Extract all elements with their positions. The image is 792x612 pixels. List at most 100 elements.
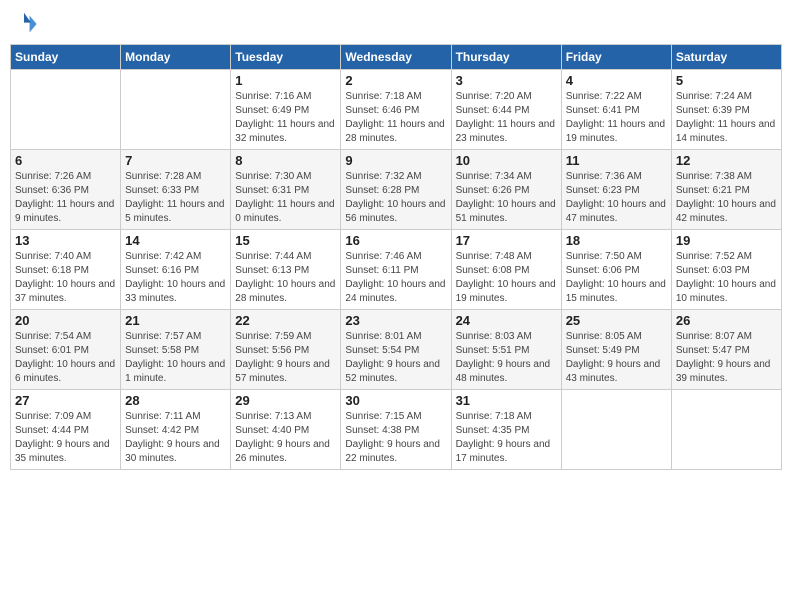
col-header-sunday: Sunday [11,45,121,70]
day-info: Sunrise: 7:54 AMSunset: 6:01 PMDaylight:… [15,330,116,386]
day-cell: 16 Sunrise: 7:46 AMSunset: 6:11 PMDayligh… [341,230,451,310]
day-cell: 2 Sunrise: 7:18 AMSunset: 6:46 PMDaylight… [341,70,451,150]
day-cell: 17Sunrise: 7:48 AMSunset: 6:08 PMDayligh… [451,230,561,310]
col-header-wednesday: Wednesday [341,45,451,70]
day-info: Sunrise: 7:15 AMSunset: 4:38 PMDaylight:… [345,410,446,466]
col-header-saturday: Saturday [671,45,781,70]
day-cell [11,70,121,150]
day-number: 28 [125,393,226,408]
day-cell: 11 Sunrise: 7:36 AMSunset: 6:23 PMDayligh… [561,150,671,230]
day-info: Sunrise: 7:40 AMSunset: 6:18 PMDaylight:… [15,250,116,306]
calendar-table: SundayMondayTuesdayWednesdayThursdayFrid… [10,44,782,470]
day-info: Sunrise: 8:01 AMSunset: 5:54 PMDaylight:… [345,330,446,386]
day-info: Sunrise: 7:30 AMSunset: 6:31 PMDaylight:… [235,170,336,226]
day-number: 26 [676,313,777,328]
day-info: Sunrise: 7:24 AMSunset: 6:39 PMDaylight:… [676,90,777,146]
col-header-monday: Monday [121,45,231,70]
day-number: 31 [456,393,557,408]
day-cell: 12Sunrise: 7:38 AMSunset: 6:21 PMDayligh… [671,150,781,230]
day-info: Sunrise: 7:44 AMSunset: 6:13 PMDaylight:… [235,250,336,306]
day-number: 21 [125,313,226,328]
day-cell: 6Sunrise: 7:26 AMSunset: 6:36 PMDaylight… [11,150,121,230]
day-number: 29 [235,393,336,408]
day-cell: 1 Sunrise: 7:16 AMSunset: 6:49 PMDaylight… [231,70,341,150]
day-info: Sunrise: 8:05 AMSunset: 5:49 PMDaylight:… [566,330,667,386]
day-number: 18 [566,233,667,248]
day-cell: 5 Sunrise: 7:24 AMSunset: 6:39 PMDaylight… [671,70,781,150]
col-header-tuesday: Tuesday [231,45,341,70]
day-cell: 8 Sunrise: 7:30 AMSunset: 6:31 PMDaylight… [231,150,341,230]
day-cell: 31 Sunrise: 7:18 AMSunset: 4:35 PMDayligh… [451,390,561,470]
day-number: 23 [345,313,446,328]
day-number: 10 [456,153,557,168]
day-number: 8 [235,153,336,168]
day-cell: 4Sunrise: 7:22 AMSunset: 6:41 PMDaylight… [561,70,671,150]
day-cell: 19 Sunrise: 7:52 AMSunset: 6:03 PMDayligh… [671,230,781,310]
logo [10,10,42,38]
day-cell: 25 Sunrise: 8:05 AMSunset: 5:49 PMDayligh… [561,310,671,390]
day-cell: 13 Sunrise: 7:40 AMSunset: 6:18 PMDayligh… [11,230,121,310]
day-number: 22 [235,313,336,328]
day-cell: 18 Sunrise: 7:50 AMSunset: 6:06 PMDayligh… [561,230,671,310]
day-cell: 7 Sunrise: 7:28 AMSunset: 6:33 PMDaylight… [121,150,231,230]
day-number: 11 [566,153,667,168]
day-info: Sunrise: 7:28 AMSunset: 6:33 PMDaylight:… [125,170,226,226]
day-cell: 27 Sunrise: 7:09 AMSunset: 4:44 PMDayligh… [11,390,121,470]
day-cell: 9 Sunrise: 7:32 AMSunset: 6:28 PMDaylight… [341,150,451,230]
day-number: 7 [125,153,226,168]
day-info: Sunrise: 7:34 AMSunset: 6:26 PMDaylight:… [456,170,557,226]
day-number: 1 [235,73,336,88]
col-header-thursday: Thursday [451,45,561,70]
day-info: Sunrise: 7:13 AMSunset: 4:40 PMDaylight:… [235,410,336,466]
day-number: 9 [345,153,446,168]
day-number: 27 [15,393,116,408]
day-info: Sunrise: 7:16 AMSunset: 6:49 PMDaylight:… [235,90,336,146]
day-info: Sunrise: 7:50 AMSunset: 6:06 PMDaylight:… [566,250,667,306]
day-cell: 24 Sunrise: 8:03 AMSunset: 5:51 PMDayligh… [451,310,561,390]
day-info: Sunrise: 7:18 AMSunset: 6:46 PMDaylight:… [345,90,446,146]
day-cell [561,390,671,470]
day-number: 15 [235,233,336,248]
day-info: Sunrise: 7:52 AMSunset: 6:03 PMDaylight:… [676,250,777,306]
day-info: Sunrise: 7:38 AMSunset: 6:21 PMDaylight:… [676,170,777,226]
day-info: Sunrise: 7:22 AMSunset: 6:41 PMDaylight:… [566,90,667,146]
day-cell: 10 Sunrise: 7:34 AMSunset: 6:26 PMDayligh… [451,150,561,230]
day-info: Sunrise: 8:07 AMSunset: 5:47 PMDaylight:… [676,330,777,386]
day-cell [121,70,231,150]
day-number: 2 [345,73,446,88]
day-number: 20 [15,313,116,328]
day-info: Sunrise: 7:59 AMSunset: 5:56 PMDaylight:… [235,330,336,386]
day-info: Sunrise: 7:32 AMSunset: 6:28 PMDaylight:… [345,170,446,226]
day-number: 24 [456,313,557,328]
day-number: 13 [15,233,116,248]
day-number: 5 [676,73,777,88]
day-number: 25 [566,313,667,328]
day-info: Sunrise: 7:18 AMSunset: 4:35 PMDaylight:… [456,410,557,466]
week-row-3: 13 Sunrise: 7:40 AMSunset: 6:18 PMDayligh… [11,230,782,310]
day-cell: 28 Sunrise: 7:11 AMSunset: 4:42 PMDayligh… [121,390,231,470]
day-number: 3 [456,73,557,88]
day-info: Sunrise: 7:36 AMSunset: 6:23 PMDaylight:… [566,170,667,226]
day-number: 30 [345,393,446,408]
day-info: Sunrise: 7:48 AMSunset: 6:08 PMDaylight:… [456,250,557,306]
day-number: 19 [676,233,777,248]
day-number: 16 [345,233,446,248]
week-row-5: 27 Sunrise: 7:09 AMSunset: 4:44 PMDayligh… [11,390,782,470]
day-info: Sunrise: 7:09 AMSunset: 4:44 PMDaylight:… [15,410,116,466]
day-info: Sunrise: 7:11 AMSunset: 4:42 PMDaylight:… [125,410,226,466]
day-cell: 30 Sunrise: 7:15 AMSunset: 4:38 PMDayligh… [341,390,451,470]
day-cell: 15 Sunrise: 7:44 AMSunset: 6:13 PMDayligh… [231,230,341,310]
day-cell: 14Sunrise: 7:42 AMSunset: 6:16 PMDayligh… [121,230,231,310]
day-info: Sunrise: 7:42 AMSunset: 6:16 PMDaylight:… [125,250,226,306]
week-row-1: 1 Sunrise: 7:16 AMSunset: 6:49 PMDaylight… [11,70,782,150]
day-info: Sunrise: 7:46 AMSunset: 6:11 PMDaylight:… [345,250,446,306]
day-cell: 3 Sunrise: 7:20 AMSunset: 6:44 PMDaylight… [451,70,561,150]
day-info: Sunrise: 8:03 AMSunset: 5:51 PMDaylight:… [456,330,557,386]
day-info: Sunrise: 7:20 AMSunset: 6:44 PMDaylight:… [456,90,557,146]
day-cell: 20 Sunrise: 7:54 AMSunset: 6:01 PMDayligh… [11,310,121,390]
day-cell: 21 Sunrise: 7:57 AMSunset: 5:58 PMDayligh… [121,310,231,390]
day-info: Sunrise: 7:57 AMSunset: 5:58 PMDaylight:… [125,330,226,386]
day-cell: 29 Sunrise: 7:13 AMSunset: 4:40 PMDayligh… [231,390,341,470]
col-header-friday: Friday [561,45,671,70]
week-row-4: 20 Sunrise: 7:54 AMSunset: 6:01 PMDayligh… [11,310,782,390]
